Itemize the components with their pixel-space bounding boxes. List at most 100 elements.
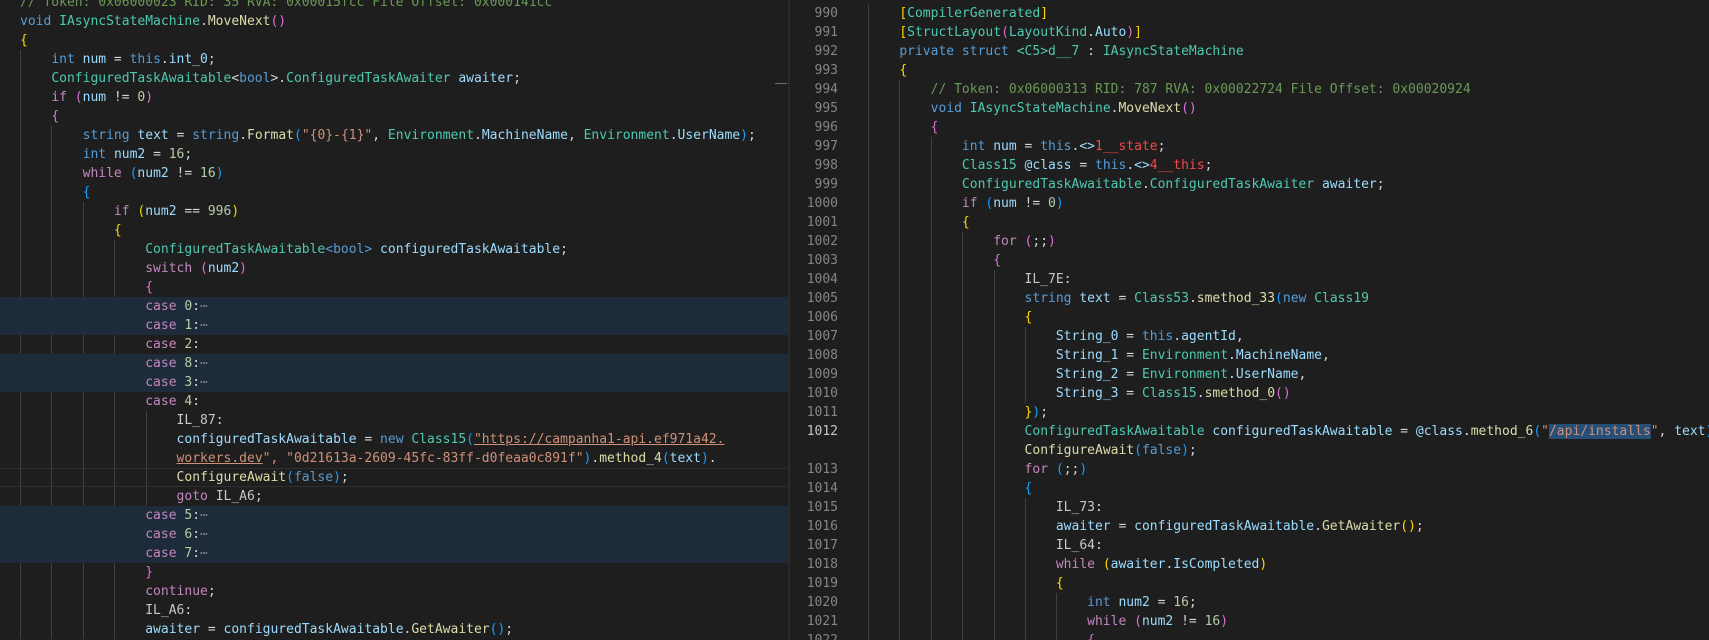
code-line[interactable]: while (awaiter.IsCompleted)	[864, 555, 1709, 574]
code-token: )	[333, 470, 341, 485]
code-line[interactable]: {	[0, 31, 788, 50]
left-code-area[interactable]: // Token: 0x06000023 RID: 35 RVA: 0x0001…	[0, 0, 788, 640]
code-line[interactable]: {	[864, 631, 1709, 640]
code-token: .	[239, 128, 248, 143]
code-line[interactable]: case 3:⋯	[0, 373, 788, 392]
code-line[interactable]: IL_87:	[0, 411, 788, 430]
right-editor-pane[interactable]: 990 991 992 993 994 995 996 997 998 999 1000 1001 10…	[788, 0, 1709, 640]
fold-ellipsis[interactable]: ⋯	[200, 546, 208, 561]
fold-ellipsis[interactable]: ⋯	[200, 527, 208, 542]
code-line[interactable]: }	[0, 563, 788, 582]
fold-ellipsis[interactable]: ⋯	[200, 318, 208, 333]
code-line[interactable]: case 5:⋯	[0, 506, 788, 525]
code-token: LayoutKind	[1008, 25, 1088, 40]
fold-ellipsis[interactable]: ⋯	[200, 375, 208, 390]
code-token: :	[192, 394, 201, 409]
code-line[interactable]: {	[0, 278, 788, 297]
code-line[interactable]: IL_7E:	[864, 270, 1709, 289]
code-line[interactable]: workers.dev", "0d21613a-2609-45fc-83ff-d…	[0, 449, 788, 468]
code-line[interactable]: {	[864, 479, 1709, 498]
code-line[interactable]: case 2:	[0, 335, 788, 354]
code-line[interactable]: {	[864, 308, 1709, 327]
code-line[interactable]: ConfiguredTaskAwaitable.ConfiguredTaskAw…	[864, 175, 1709, 194]
line-number: 1013	[806, 462, 838, 477]
code-line[interactable]: {	[864, 61, 1709, 80]
code-line[interactable]: {	[864, 213, 1709, 232]
code-line[interactable]: for (;;)	[864, 460, 1709, 479]
code-token: MoveNext	[1118, 101, 1182, 116]
code-token: ;	[560, 242, 568, 257]
code-token: (	[1134, 614, 1142, 629]
code-line[interactable]: while (num2 != 16)	[0, 164, 788, 183]
code-line[interactable]: private struct <C5>d__7 : IAsyncStateMac…	[864, 42, 1709, 61]
code-token: {	[1087, 633, 1095, 640]
code-token: false	[1141, 443, 1182, 458]
fold-ellipsis[interactable]: ⋯	[200, 299, 208, 314]
code-line[interactable]: IL_A6:	[0, 601, 788, 620]
code-line[interactable]: case 7:⋯	[0, 544, 788, 563]
code-line[interactable]: case 1:⋯	[0, 316, 788, 335]
code-line[interactable]: String_1 = Environment.MachineName,	[864, 346, 1709, 365]
code-line[interactable]: {	[0, 107, 788, 126]
code-line[interactable]: case 8:⋯	[0, 354, 788, 373]
code-line[interactable]: IL_64:	[864, 536, 1709, 555]
code-line[interactable]: if (num != 0)	[0, 88, 788, 107]
code-line[interactable]: IL_73:	[864, 498, 1709, 517]
code-line[interactable]: awaiter = configuredTaskAwaitable.GetAwa…	[864, 517, 1709, 536]
code-line[interactable]: for (;;)	[864, 232, 1709, 251]
code-line[interactable]: case 0:⋯	[0, 297, 788, 316]
code-line[interactable]: string text = Class53.smethod_33(new Cla…	[864, 289, 1709, 308]
code-token: {	[1055, 576, 1064, 591]
code-line[interactable]: {	[864, 118, 1709, 137]
code-line[interactable]: continue;	[0, 582, 788, 601]
code-line[interactable]: [CompilerGenerated]	[864, 4, 1709, 23]
code-line[interactable]: int num2 = 16;	[0, 145, 788, 164]
fold-ellipsis[interactable]: ⋯	[200, 356, 208, 371]
code-line[interactable]: [StructLayout(LayoutKind.Auto)]	[864, 23, 1709, 42]
line-number: 1005	[806, 291, 838, 306]
code-token: MachineName	[1235, 348, 1322, 363]
code-line[interactable]: switch (num2)	[0, 259, 788, 278]
code-line[interactable]: int num = this.<>1__state;	[864, 137, 1709, 156]
code-line[interactable]: configuredTaskAwaitable = new Class15("h…	[0, 430, 788, 449]
code-line[interactable]: if (num2 == 996)	[0, 202, 788, 221]
code-line[interactable]: ConfiguredTaskAwaitable<bool> configured…	[0, 240, 788, 259]
code-line[interactable]: int num2 = 16;	[864, 593, 1709, 612]
code-line[interactable]: Class15 @class = this.<>4__this;	[864, 156, 1709, 175]
code-line[interactable]: goto IL_A6;	[0, 487, 788, 506]
left-editor-pane[interactable]: // Token: 0x06000023 RID: 35 RVA: 0x0001…	[0, 0, 788, 640]
code-token: int	[82, 147, 114, 162]
right-code-area[interactable]: [CompilerGenerated] [StructLayout(Layout…	[864, 0, 1709, 640]
code-line[interactable]: case 4:	[0, 392, 788, 411]
code-line[interactable]: // Token: 0x06000023 RID: 35 RVA: 0x0001…	[0, 0, 788, 12]
code-line[interactable]: void IAsyncStateMachine.MoveNext()	[0, 12, 788, 31]
code-line[interactable]: });	[864, 403, 1709, 422]
code-token: )	[239, 261, 247, 276]
scrollbar-sash[interactable]	[775, 83, 787, 84]
code-line[interactable]: {	[0, 221, 788, 240]
fold-ellipsis[interactable]: ⋯	[200, 508, 208, 523]
code-line[interactable]: if (num != 0)	[864, 194, 1709, 213]
code-line[interactable]: {	[0, 183, 788, 202]
code-line[interactable]: case 6:⋯	[0, 525, 788, 544]
code-line[interactable]: ConfiguredTaskAwaitable<bool>.Configured…	[0, 69, 788, 88]
code-line[interactable]: String_3 = Class15.smethod_0()	[864, 384, 1709, 403]
code-line[interactable]: String_0 = this.agentId,	[864, 327, 1709, 346]
code-line[interactable]: string text = string.Format("{0}-{1}", E…	[0, 126, 788, 145]
code-line[interactable]: awaiter = configuredTaskAwaitable.GetAwa…	[0, 620, 788, 639]
code-line[interactable]: ConfigureAwait(false);	[0, 468, 788, 487]
code-line[interactable]: ConfigureAwait(false);	[864, 441, 1709, 460]
code-line[interactable]: while (num2 != 16)	[864, 612, 1709, 631]
code-line[interactable]: String_2 = Environment.UserName,	[864, 365, 1709, 384]
code-line[interactable]: // Token: 0x06000313 RID: 787 RVA: 0x000…	[864, 80, 1709, 99]
code-line[interactable]: {	[864, 251, 1709, 270]
code-line[interactable]: void IAsyncStateMachine.MoveNext()	[864, 99, 1709, 118]
code-line[interactable]: {	[864, 574, 1709, 593]
code-line[interactable]: int num = this.int_0;	[0, 50, 788, 69]
code-line[interactable]: ConfiguredTaskAwaitable configuredTaskAw…	[864, 422, 1709, 441]
